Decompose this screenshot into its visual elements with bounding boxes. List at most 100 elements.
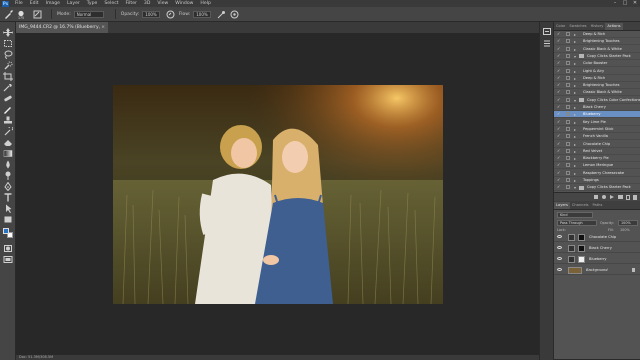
layer-row[interactable]: Blueberry (554, 254, 640, 264)
menu-filter[interactable]: Filter (126, 1, 137, 6)
disclosure-arrow-icon[interactable]: ▸ (574, 155, 576, 162)
action-row[interactable]: ✓ ▸ Toppings (554, 177, 640, 184)
toggle-item-checkbox-icon[interactable]: ✓ (557, 185, 561, 189)
dialog-toggle-box[interactable] (566, 53, 570, 58)
menu-view[interactable]: View (157, 1, 168, 6)
menu-image[interactable]: Image (46, 1, 60, 6)
tab-layers[interactable]: Layers (554, 202, 570, 209)
visibility-eye-icon[interactable] (557, 235, 562, 238)
visibility-eye-icon[interactable] (557, 257, 562, 260)
toggle-item-checkbox-icon[interactable]: ✓ (557, 68, 561, 73)
action-row[interactable]: ✓ ▸ Peppermint Stick (554, 126, 640, 133)
disclosure-arrow-icon[interactable]: ▸ (574, 133, 576, 140)
toggle-item-checkbox-icon[interactable]: ✓ (557, 97, 561, 102)
document-tab[interactable]: IMG_9444.CR2 @ 16.7% (Blueberry, RGB/8) … (16, 22, 108, 41)
layer-thumbnail[interactable] (568, 266, 582, 274)
action-row[interactable]: ✓ ▸ Brightening Touches (554, 82, 640, 90)
properties-panel-icon[interactable] (543, 40, 551, 47)
tab-swatches[interactable]: Swatches (567, 23, 588, 30)
tab-paths[interactable]: Paths (591, 202, 605, 209)
action-row[interactable]: ✓ ▸ Raspberry Cheesecake (554, 170, 640, 177)
disclosure-arrow-icon[interactable]: ▸ (574, 141, 576, 148)
action-set-row[interactable]: ✓ ▾ Copy Clicks Starter Pack (554, 53, 640, 60)
eraser-tool-icon[interactable] (3, 138, 13, 147)
disclosure-arrow-icon[interactable]: ▸ (574, 60, 576, 67)
toggle-item-checkbox-icon[interactable]: ✓ (557, 90, 561, 94)
action-row[interactable]: ✓ ▸ Blackberry Pie (554, 155, 640, 163)
menu-edit[interactable]: Edit (30, 1, 39, 6)
action-row[interactable]: ✓ ▸ Deep & Rich (554, 31, 640, 38)
toggle-item-checkbox-icon[interactable]: ✓ (557, 134, 561, 138)
action-row[interactable]: ✓ ▸ Blueberry (554, 111, 640, 119)
screen-mode-icon[interactable] (3, 255, 13, 264)
dialog-toggle-box[interactable] (566, 141, 570, 146)
blur-tool-icon[interactable] (3, 160, 13, 169)
opacity-field[interactable]: 100% (142, 10, 160, 18)
brush-tool-icon[interactable] (3, 105, 13, 114)
dialog-toggle-box[interactable] (566, 119, 570, 124)
expand-arrow-icon[interactable]: ▾ (574, 97, 576, 104)
disclosure-arrow-icon[interactable]: ▸ (574, 46, 576, 53)
lasso-tool-icon[interactable] (3, 50, 13, 59)
expand-arrow-icon[interactable]: ▾ (574, 53, 576, 60)
action-row[interactable]: ✓ ▸ Light & Airy (554, 68, 640, 75)
toggle-item-checkbox-icon[interactable]: ✓ (557, 163, 561, 167)
dialog-toggle-box[interactable] (566, 61, 570, 66)
action-row[interactable]: ✓ ▸ French Vanilla (554, 133, 640, 141)
toggle-item-checkbox-icon[interactable]: ✓ (557, 61, 561, 65)
disclosure-arrow-icon[interactable]: ▸ (574, 162, 576, 169)
layer-row[interactable]: Black Cherry (554, 243, 640, 253)
layer-opacity-field[interactable]: 100% (618, 220, 638, 226)
disclosure-arrow-icon[interactable]: ▸ (574, 126, 576, 133)
new-set-icon[interactable] (618, 195, 623, 199)
disclosure-arrow-icon[interactable]: ▸ (574, 75, 576, 82)
dialog-toggle-box[interactable] (566, 163, 570, 168)
toggle-item-checkbox-icon[interactable]: ✓ (557, 119, 561, 124)
disclosure-arrow-icon[interactable]: ▸ (574, 148, 576, 155)
disclosure-arrow-icon[interactable]: ▸ (574, 170, 576, 177)
healing-brush-tool-icon[interactable] (3, 94, 13, 103)
dialog-toggle-box[interactable] (566, 185, 570, 190)
dialog-toggle-box[interactable] (566, 178, 570, 182)
dialog-toggle-box[interactable] (566, 75, 570, 80)
dialog-toggle-box[interactable] (566, 68, 570, 73)
toggle-item-checkbox-icon[interactable]: ✓ (557, 148, 561, 153)
dialog-toggle-box[interactable] (566, 126, 570, 131)
action-row[interactable]: ✓ ▸ Classic Black & White (554, 46, 640, 53)
dialog-toggle-box[interactable] (566, 112, 570, 117)
disclosure-arrow-icon[interactable]: ▸ (574, 177, 576, 184)
toggle-item-checkbox-icon[interactable]: ✓ (557, 83, 561, 87)
layer-thumbnail[interactable] (568, 233, 575, 241)
menu-window[interactable]: Window (175, 1, 193, 6)
menu-file[interactable]: File (15, 1, 23, 6)
marquee-tool-icon[interactable] (3, 39, 13, 48)
rectangle-tool-icon[interactable] (3, 215, 13, 224)
toggle-item-checkbox-icon[interactable]: ✓ (557, 46, 561, 51)
action-row[interactable]: ✓ ▸ Black Cherry (554, 104, 640, 111)
disclosure-arrow-icon[interactable]: ▸ (574, 68, 576, 75)
toggle-item-checkbox-icon[interactable]: ✓ (557, 112, 561, 116)
play-icon[interactable] (610, 195, 614, 199)
layer-kind-filter[interactable]: Kind (557, 212, 593, 218)
history-panel-icon[interactable] (543, 28, 551, 35)
toggle-item-checkbox-icon[interactable]: ✓ (557, 105, 561, 109)
action-row[interactable]: ✓ ▸ Chocolate Chip (554, 141, 640, 148)
dialog-toggle-box[interactable] (566, 148, 570, 153)
type-tool-icon[interactable] (3, 193, 13, 202)
toggle-item-checkbox-icon[interactable]: ✓ (557, 156, 561, 160)
action-row[interactable]: ✓ ▸ Key Lime Pie (554, 119, 640, 126)
brush-panel-toggle-icon[interactable] (33, 10, 42, 19)
visibility-eye-icon[interactable] (557, 268, 562, 271)
path-selection-tool-icon[interactable] (3, 204, 13, 213)
minimize-button[interactable]: – (612, 1, 618, 6)
crop-tool-icon[interactable] (3, 72, 13, 81)
color-swatches[interactable] (3, 228, 13, 238)
toggle-item-checkbox-icon[interactable]: ✓ (557, 53, 561, 58)
dialog-toggle-box[interactable] (566, 134, 570, 139)
brush-preset-picker[interactable]: 175 (17, 10, 29, 20)
document-image[interactable] (113, 85, 443, 304)
airbrush-icon[interactable] (217, 10, 226, 19)
dialog-toggle-box[interactable] (566, 46, 570, 51)
action-set-row[interactable]: ✓ ▾ Copy Clicks Color Confections (554, 97, 640, 104)
toggle-item-checkbox-icon[interactable]: ✓ (557, 32, 561, 36)
